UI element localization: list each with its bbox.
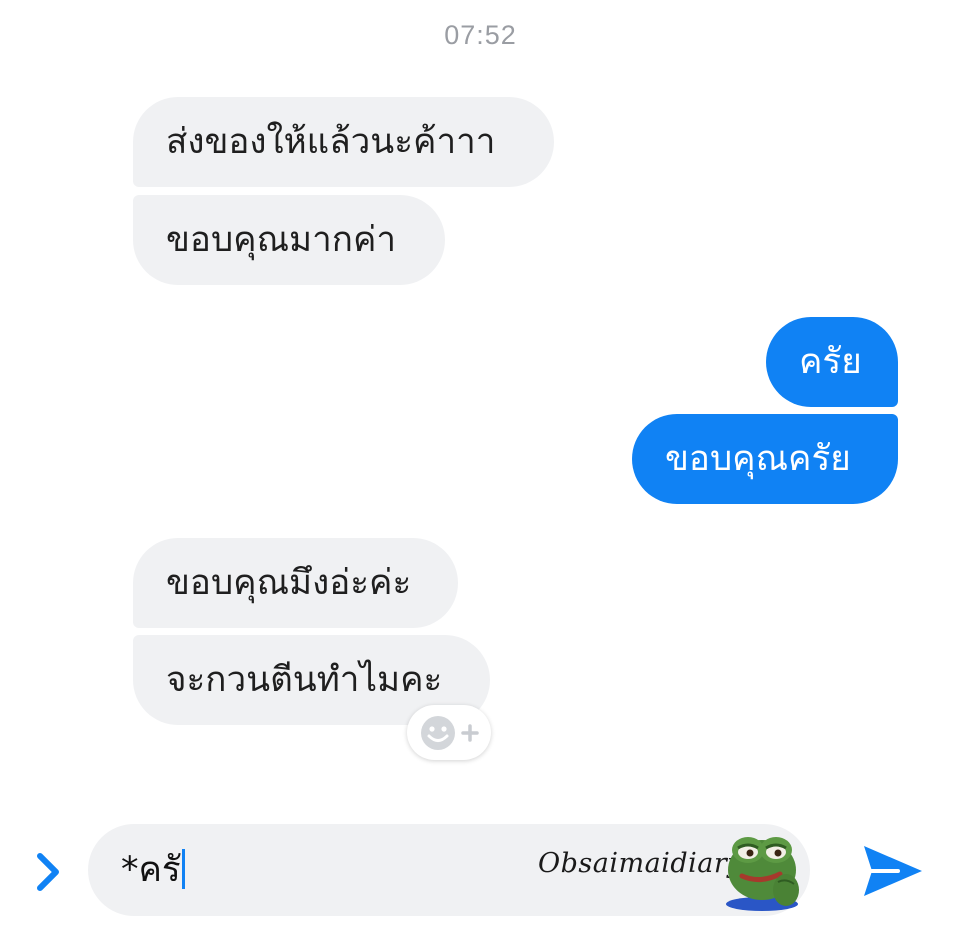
message-input-text[interactable]: *ครั <box>121 848 185 892</box>
chevron-right-icon[interactable] <box>30 848 66 896</box>
text-caret <box>181 849 185 889</box>
smiley-icon <box>421 715 455 750</box>
add-reaction-button[interactable] <box>407 705 491 760</box>
incoming-message-bubble[interactable]: ขอบคุณมึงอ่ะค่ะ <box>133 538 458 628</box>
message-text: ส่งของให้แล้วนะค้าาา <box>166 122 496 162</box>
plus-icon <box>461 723 479 742</box>
pepe-frog-sticker <box>726 837 799 911</box>
outgoing-message-bubble[interactable]: ขอบคุณครัย <box>632 414 898 504</box>
watermark-signature: Obsaimaidiary <box>538 848 744 879</box>
message-text: จะกวนตีนทำไมคะ <box>166 660 443 700</box>
outgoing-message-bubble[interactable]: ครัย <box>766 317 898 407</box>
message-timestamp: 07:52 <box>444 20 517 50</box>
message-text: ขอบคุณครัย <box>665 439 851 479</box>
message-text: ขอบคุณมึงอ่ะค่ะ <box>166 563 412 603</box>
send-arrow-icon[interactable] <box>858 836 928 906</box>
incoming-message-bubble[interactable]: ขอบคุณมากค่า <box>133 195 445 285</box>
message-text: ครัย <box>799 342 862 382</box>
message-input[interactable]: *ครั Obsaimaidiary <box>88 824 810 916</box>
incoming-message-bubble[interactable]: ส่งของให้แล้วนะค้าาา <box>133 97 554 187</box>
message-text: ขอบคุณมากค่า <box>166 220 397 260</box>
